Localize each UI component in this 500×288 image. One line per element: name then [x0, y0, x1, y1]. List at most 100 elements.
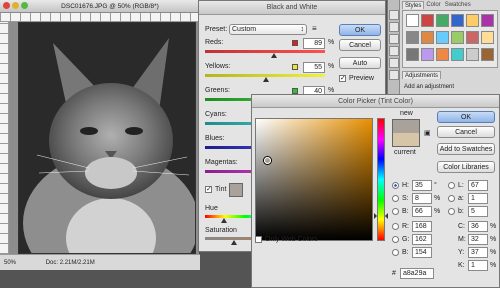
tool-icon[interactable]: [389, 70, 399, 80]
color-field[interactable]: [255, 118, 373, 241]
hex-input[interactable]: a8a29a: [400, 268, 434, 279]
channel-radio[interactable]: [392, 249, 399, 256]
channel-slider[interactable]: [205, 50, 325, 53]
minimize-icon[interactable]: [12, 2, 19, 9]
current-color-swatch[interactable]: [392, 133, 420, 147]
color-field-cursor[interactable]: [264, 157, 271, 164]
channel-label: L:: [458, 182, 464, 189]
panel-tab[interactable]: Styles: [402, 1, 425, 9]
style-swatch[interactable]: [406, 31, 419, 44]
channel-label: S:: [402, 195, 409, 202]
cancel-button[interactable]: Cancel: [339, 39, 381, 51]
style-swatch[interactable]: [451, 48, 464, 61]
style-swatch[interactable]: [466, 31, 479, 44]
auto-button[interactable]: Auto: [339, 57, 381, 69]
channel-label: G:: [402, 236, 410, 243]
hue-slider-handle[interactable]: [221, 218, 227, 223]
tool-icon[interactable]: [389, 58, 399, 68]
preset-select[interactable]: Custom ↕: [229, 24, 307, 35]
style-swatch[interactable]: [406, 48, 419, 61]
ok-button[interactable]: OK: [437, 111, 495, 123]
channel-color-swatch: [292, 40, 298, 46]
channel-value-input[interactable]: 8: [412, 193, 432, 204]
percent-unit: %: [328, 87, 335, 94]
preset-options-icon[interactable]: ≡: [312, 24, 317, 33]
style-swatch[interactable]: [451, 14, 464, 27]
tool-icon[interactable]: [389, 22, 399, 32]
adjustments-tabs: Adjustments: [402, 71, 442, 79]
tool-icon[interactable]: [389, 34, 399, 44]
style-swatch[interactable]: [481, 48, 494, 61]
color-libraries-button[interactable]: Color Libraries: [437, 161, 495, 173]
channel-radio[interactable]: [392, 236, 399, 243]
channel-value-input[interactable]: 1: [468, 193, 488, 204]
zoom-icon[interactable]: [21, 2, 28, 9]
style-swatch[interactable]: [466, 14, 479, 27]
style-swatch[interactable]: [421, 31, 434, 44]
style-swatch[interactable]: [436, 48, 449, 61]
panel-tab[interactable]: Swatches: [443, 1, 473, 9]
channel-slider-handle[interactable]: [271, 53, 277, 58]
cube-icon[interactable]: ▣: [424, 129, 431, 137]
style-swatch[interactable]: [436, 14, 449, 27]
web-colors-check-icon: [255, 236, 262, 243]
style-swatch[interactable]: [451, 31, 464, 44]
hex-label: #: [392, 270, 396, 277]
channel-value-input[interactable]: 37: [468, 247, 488, 258]
channel-value-input[interactable]: 89: [303, 38, 325, 49]
ok-button[interactable]: OK: [339, 24, 381, 36]
channel-label: R:: [402, 223, 409, 230]
style-swatch[interactable]: [481, 31, 494, 44]
style-swatch[interactable]: [421, 48, 434, 61]
hue-right-arrow-icon[interactable]: [385, 213, 388, 219]
channel-radio[interactable]: [392, 195, 399, 202]
vertical-ruler[interactable]: [0, 22, 9, 254]
add-to-swatches-button[interactable]: Add to Swatches: [437, 143, 495, 155]
cancel-button[interactable]: Cancel: [437, 126, 495, 138]
channel-value-input[interactable]: 66: [412, 206, 432, 217]
preview-checkbox[interactable]: ✓ Preview: [339, 74, 385, 84]
channel-radio[interactable]: [392, 182, 399, 189]
style-swatch[interactable]: [436, 31, 449, 44]
horizontal-ruler[interactable]: [0, 13, 200, 22]
channel-value-input[interactable]: 5: [468, 206, 488, 217]
hue-left-arrow-icon[interactable]: [374, 213, 377, 219]
style-swatch[interactable]: [421, 14, 434, 27]
hue-spectrum-slider[interactable]: [374, 118, 388, 241]
channel-value-input[interactable]: 154: [412, 247, 432, 258]
tool-icon[interactable]: [389, 46, 399, 56]
channel-value-input[interactable]: 35: [412, 180, 432, 191]
tool-icon[interactable]: [389, 10, 399, 20]
new-label: new: [400, 110, 413, 117]
right-panel: Styles Color Swatches Adjustments Add an a…: [387, 0, 500, 94]
channel-value-input[interactable]: 1: [468, 260, 488, 271]
tint-color-swatch[interactable]: [229, 183, 243, 197]
style-swatch[interactable]: [481, 14, 494, 27]
channel-radio[interactable]: [392, 208, 399, 215]
zoom-level[interactable]: 50%: [4, 260, 16, 266]
channel-value-input[interactable]: 67: [468, 180, 488, 191]
only-web-colors-checkbox[interactable]: Only Web Colors: [255, 235, 335, 245]
adjustment-hint: Add an adjustment: [404, 84, 455, 90]
saturation-slider-handle[interactable]: [231, 240, 237, 245]
style-swatch[interactable]: [466, 48, 479, 61]
channel-radio[interactable]: [448, 195, 455, 202]
channel-radio[interactable]: [448, 182, 455, 189]
close-icon[interactable]: [3, 2, 10, 9]
channel-value-input[interactable]: 168: [412, 221, 432, 232]
channel-slider-handle[interactable]: [263, 77, 269, 82]
channel-value-input[interactable]: 55: [303, 62, 325, 73]
document-statusbar: 50% Doc: 2.21M/2.21M: [0, 254, 200, 270]
channel-value-input[interactable]: 36: [468, 221, 488, 232]
new-color-swatch: [392, 119, 420, 133]
document-title: DSC01676.JPG @ 50% (RGB/8*): [61, 3, 159, 10]
style-swatch[interactable]: [406, 14, 419, 27]
channel-value-input[interactable]: 32: [468, 234, 488, 245]
panel-tab[interactable]: Adjustments: [402, 71, 442, 79]
channel-radio[interactable]: [392, 223, 399, 230]
channel-value-input[interactable]: 162: [412, 234, 432, 245]
document-size[interactable]: Doc: 2.21M/2.21M: [46, 260, 95, 266]
cat-photo[interactable]: [18, 22, 196, 254]
panel-tab[interactable]: Color: [424, 1, 442, 9]
channel-radio[interactable]: [448, 208, 455, 215]
